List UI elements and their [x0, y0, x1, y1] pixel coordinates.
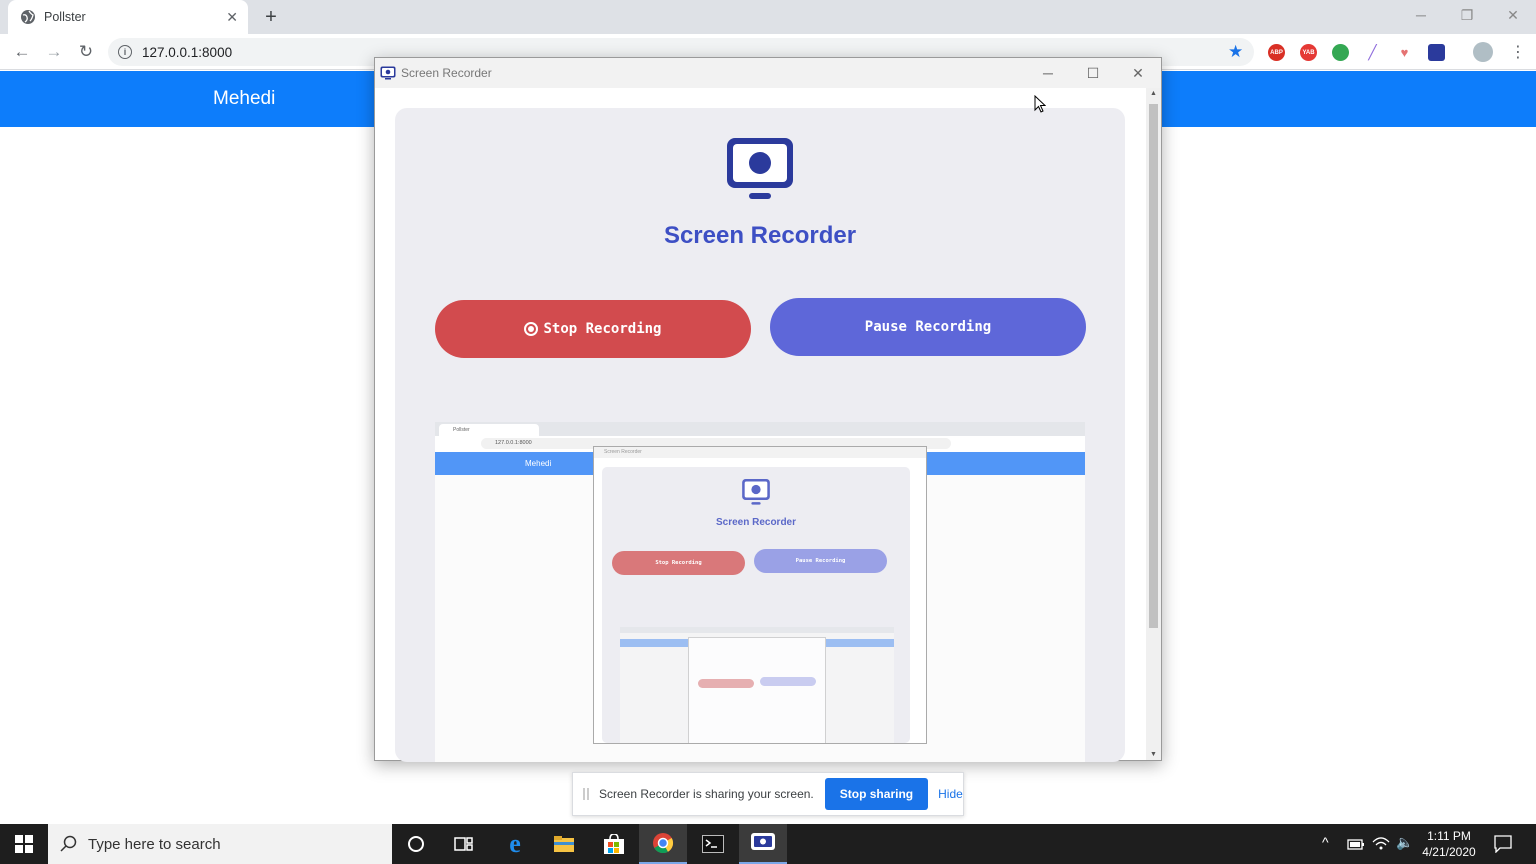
globe-icon [21, 10, 35, 24]
windows-logo-icon [15, 835, 33, 853]
terminal-icon[interactable] [689, 824, 737, 864]
taskbar-search[interactable]: Type here to search [48, 824, 392, 864]
mouse-cursor-icon [1034, 95, 1046, 113]
tab-strip: Pollster ✕ + ─ ❐ ✕ [0, 0, 1536, 34]
edge-browser-icon[interactable]: e [491, 824, 539, 864]
search-placeholder: Type here to search [88, 835, 221, 853]
popup-titlebar[interactable]: Screen Recorder ─ ☐ ✕ [375, 58, 1161, 88]
tab-close-icon[interactable]: ✕ [226, 9, 238, 26]
menu-kebab-icon[interactable]: ⋮ [1510, 42, 1526, 62]
microsoft-store-icon[interactable] [590, 824, 638, 864]
preview-stop-button: Stop Recording [612, 551, 745, 575]
stop-recording-button[interactable]: Stop Recording [435, 300, 751, 358]
preview-pause-label: Pause Recording [795, 558, 846, 564]
scroll-down-icon[interactable]: ▼ [1146, 751, 1161, 758]
popup-scrollbar[interactable]: ▲ ▼ [1146, 88, 1161, 760]
popup-minimize-icon[interactable]: ─ [1025, 58, 1071, 88]
drag-handle-icon[interactable] [583, 788, 589, 800]
minimize-icon[interactable]: ─ [1398, 0, 1444, 30]
stop-recording-label: Stop Recording [543, 321, 662, 337]
adblock-extension-icon[interactable]: ABP [1268, 44, 1285, 61]
task-view-icon[interactable] [440, 824, 488, 864]
recorder-card: Screen Recorder Stop Recording Pause Rec… [395, 108, 1125, 762]
pen-extension-icon[interactable]: ╱ [1364, 44, 1381, 61]
preview-pause-button: Pause Recording [754, 549, 887, 573]
battery-icon[interactable] [1347, 837, 1365, 851]
scrollbar-thumb[interactable] [1149, 104, 1158, 628]
browser-tab-pollster[interactable]: Pollster ✕ [8, 0, 248, 34]
yab-extension-icon[interactable]: YAB [1300, 44, 1317, 61]
recorder-app-icon [380, 66, 396, 80]
site-info-icon[interactable]: i [118, 45, 132, 59]
start-button[interactable] [0, 824, 48, 864]
back-icon[interactable]: ← [10, 40, 34, 64]
new-tab-icon[interactable]: + [258, 4, 284, 30]
windows-taskbar: Type here to search e ^ 🔈 1:11 PM 4/21/2… [0, 824, 1536, 864]
popup-title: Screen Recorder [401, 66, 492, 80]
preview-nested-capture [620, 627, 894, 743]
bookmark-star-icon[interactable]: ★ [1228, 42, 1243, 62]
heart-extension-icon[interactable]: ♥ [1396, 44, 1413, 61]
profile-avatar[interactable] [1473, 42, 1493, 62]
cortana-icon[interactable] [392, 824, 440, 864]
earth-extension-icon[interactable] [1332, 44, 1349, 61]
screen-sharing-bar: Screen Recorder is sharing your screen. … [572, 772, 964, 816]
preview-monitor-icon [742, 479, 770, 505]
clock-date: 4/21/2020 [1422, 845, 1476, 859]
taskbar-clock[interactable]: 1:11 PM 4/21/2020 [1420, 828, 1478, 860]
preview-popup: Screen Recorder Screen Recorder Stop Rec… [593, 446, 927, 744]
preview-stop-label: Stop Recording [655, 560, 702, 566]
file-explorer-icon[interactable] [540, 824, 588, 864]
recording-preview: Pollster 127.0.0.1:8000 Mehedi Screen Re… [435, 422, 1085, 762]
popup-maximize-icon[interactable]: ☐ [1070, 58, 1116, 88]
hide-sharing-button[interactable]: Hide [938, 787, 963, 801]
clock-time: 1:11 PM [1427, 829, 1471, 843]
site-brand[interactable]: Mehedi [213, 88, 275, 110]
chrome-taskbar-icon[interactable] [639, 824, 687, 864]
screen-recorder-window: Screen Recorder ─ ☐ ✕ ▲ ▼ Screen Recorde… [374, 57, 1162, 762]
browser-window-controls: ─ ❐ ✕ [1398, 0, 1536, 30]
preview-tab: Pollster [439, 424, 539, 436]
search-icon [60, 835, 77, 852]
stop-sharing-button[interactable]: Stop sharing [824, 778, 929, 810]
volume-icon[interactable]: 🔈 [1396, 834, 1413, 851]
pause-recording-button[interactable]: Pause Recording [770, 298, 1086, 356]
address-url: 127.0.0.1:8000 [142, 44, 233, 60]
pause-recording-label: Pause Recording [864, 319, 992, 335]
reload-icon[interactable]: ↻ [74, 40, 98, 64]
record-dot-icon [524, 322, 539, 336]
forward-icon[interactable]: → [42, 40, 66, 64]
screen-recorder-extension-icon[interactable] [1428, 44, 1445, 61]
screen-recorder-taskbar-icon[interactable] [739, 824, 787, 864]
restore-icon[interactable]: ❐ [1444, 0, 1490, 30]
preview-popup-title: Screen Recorder [594, 447, 926, 458]
wifi-icon[interactable] [1372, 835, 1390, 851]
preview-heading: Screen Recorder [715, 517, 797, 528]
notification-center-icon[interactable] [1494, 835, 1512, 853]
monitor-record-icon [727, 138, 793, 199]
preview-brand: Mehedi [525, 459, 552, 468]
preview-tabstrip: Pollster [435, 422, 1085, 436]
recorder-heading: Screen Recorder [663, 222, 857, 249]
preview-card: Screen Recorder Stop Recording Pause Rec… [602, 467, 910, 743]
close-window-icon[interactable]: ✕ [1490, 0, 1536, 30]
scroll-up-icon[interactable]: ▲ [1146, 90, 1161, 97]
sharing-message: Screen Recorder is sharing your screen. [599, 787, 814, 801]
tab-title: Pollster [44, 10, 86, 24]
popup-close-icon[interactable]: ✕ [1115, 58, 1161, 88]
tray-chevron-icon[interactable]: ^ [1322, 834, 1329, 850]
